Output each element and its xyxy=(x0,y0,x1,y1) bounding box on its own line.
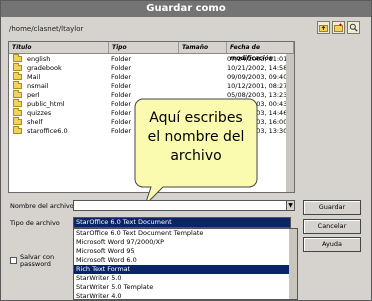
filetype-option[interactable]: StarWriter 5.0 Template xyxy=(74,283,289,292)
file-name: shelf xyxy=(27,118,43,126)
filetype-option[interactable]: StarWriter 4.0 xyxy=(74,292,289,299)
filetype-select[interactable]: StarOffice 6.0 Text Document xyxy=(73,217,291,228)
new-folder-button[interactable] xyxy=(332,21,345,34)
file-name: staroffice6.0 xyxy=(27,127,68,135)
save-button[interactable]: Guardar xyxy=(303,200,361,215)
cancel-button[interactable]: Cancelar xyxy=(303,219,361,234)
filetype-option[interactable]: Microsoft Word 97/2000/XP xyxy=(74,238,289,247)
file-type: Folder xyxy=(111,118,132,126)
folder-icon xyxy=(13,126,22,134)
help-button[interactable]: Ayuda xyxy=(303,237,361,252)
file-row[interactable]: Mail Folder 09/09/2003, 09:40:30 xyxy=(9,72,295,82)
folder-icon xyxy=(13,108,22,116)
file-date: 07/24/2003, 11:01:28 xyxy=(227,55,295,63)
folder-up-icon xyxy=(319,25,328,32)
file-type: Folder xyxy=(111,100,132,108)
folder-icon xyxy=(13,117,22,125)
chevron-down-icon: ▼ xyxy=(288,202,293,209)
password-checkbox[interactable] xyxy=(10,257,17,264)
folder-icon xyxy=(13,99,22,107)
file-name: Mail xyxy=(27,73,41,81)
file-name: gradebook xyxy=(27,64,62,72)
folder-icon xyxy=(13,63,22,71)
file-date: 10/12/2001, 08:27:12 xyxy=(227,82,295,90)
search-icon xyxy=(349,23,358,32)
file-name: nsmail xyxy=(27,82,49,90)
file-type: Folder xyxy=(111,64,132,72)
file-name: public_html xyxy=(27,100,65,108)
save-as-dialog: Guardar como /home/clasnet/ltaylor Títul… xyxy=(0,0,372,301)
column-size[interactable]: Tamaño xyxy=(179,42,227,53)
file-list-header: Título Tipo Tamaño Fecha de modificación xyxy=(9,42,294,62)
folder-icon xyxy=(13,81,22,89)
filetype-label: Tipo de archivo xyxy=(10,219,60,227)
filetype-option[interactable]: Microsoft Word 95 xyxy=(74,247,289,256)
file-type: Folder xyxy=(111,55,132,63)
column-title[interactable]: Título xyxy=(9,42,109,53)
file-type: Folder xyxy=(111,127,132,135)
search-button[interactable] xyxy=(347,21,360,34)
current-path: /home/clasnet/ltaylor xyxy=(9,25,84,33)
file-type: Folder xyxy=(111,91,132,99)
dropdown-scrollbar[interactable] xyxy=(289,229,297,299)
filename-history-dropdown[interactable]: ▼ xyxy=(286,200,295,211)
column-date[interactable]: Fecha de modificación xyxy=(227,42,294,62)
file-type: Folder xyxy=(111,73,132,81)
file-date: 10/21/2002, 14:58:56 xyxy=(227,64,295,72)
folder-icon xyxy=(13,90,22,98)
file-row[interactable]: gradebook Folder 10/21/2002, 14:58:56 xyxy=(9,63,295,73)
file-name: perl xyxy=(27,91,40,99)
folder-icon xyxy=(13,54,22,62)
file-row[interactable]: english Folder 07/24/2003, 11:01:28 xyxy=(9,54,295,64)
folder-up-button[interactable] xyxy=(317,21,330,34)
file-row[interactable]: nsmail Folder 10/12/2001, 08:27:12 xyxy=(9,81,295,91)
file-date: 09/09/2003, 09:40:30 xyxy=(227,73,295,81)
new-folder-icon xyxy=(334,23,343,32)
filetype-option[interactable]: StarWriter 5.0 xyxy=(74,274,289,283)
folder-icon xyxy=(13,72,22,80)
file-type: Folder xyxy=(111,109,132,117)
file-name: quizzes xyxy=(27,109,52,117)
filename-label: Nombre del archivo xyxy=(10,202,74,210)
password-label: Salvar con password xyxy=(20,253,55,268)
file-type: Folder xyxy=(111,82,132,90)
filename-input[interactable] xyxy=(73,200,291,211)
filetype-option[interactable]: StarOffice 6.0 Text Document Template xyxy=(74,229,289,238)
file-name: english xyxy=(27,55,51,63)
file-list-scrollbar[interactable] xyxy=(286,54,294,192)
tooltip-text: Aquí escribes el nombre del archivo xyxy=(147,110,245,164)
filetype-option[interactable]: Microsoft Word 6.0 xyxy=(74,256,289,265)
filetype-dropdown-list[interactable]: StarOffice 6.0 Text Document Template Mi… xyxy=(73,228,298,300)
dialog-title: Guardar como xyxy=(1,1,371,17)
column-type[interactable]: Tipo xyxy=(109,42,179,53)
filetype-option-highlighted[interactable]: Rich Text Format xyxy=(74,265,289,274)
